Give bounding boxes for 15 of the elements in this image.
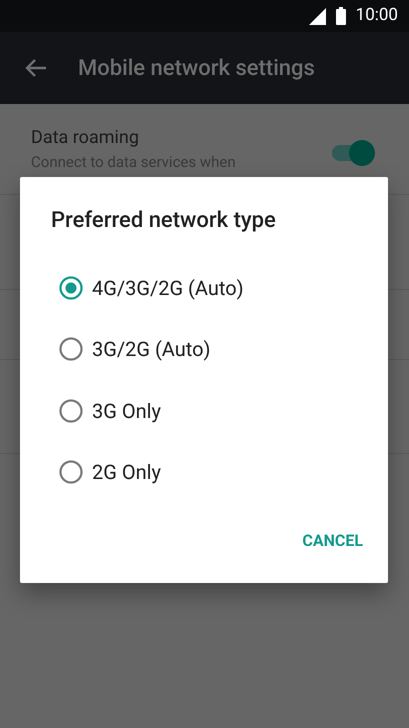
radio-option[interactable]: 3G/2G (Auto) <box>20 318 388 380</box>
dialog-title: Preferred network type <box>51 207 277 235</box>
radio-option[interactable]: 4G/3G/2G (Auto) <box>20 257 388 318</box>
radio-button[interactable] <box>59 276 83 300</box>
radio-button[interactable] <box>59 398 83 423</box>
radio-option[interactable]: 3G Only <box>20 380 388 442</box>
radio-option[interactable]: 2G Only <box>20 442 388 503</box>
radio-button[interactable] <box>59 337 83 362</box>
radio-button[interactable] <box>59 460 83 484</box>
battery-icon <box>336 7 346 25</box>
signal-icon <box>308 8 326 24</box>
clock: 10:00 <box>356 4 398 28</box>
back-arrow-icon[interactable] <box>25 58 47 78</box>
setting-title: Data roaming <box>31 126 140 150</box>
screen-title: Mobile network settings <box>78 54 315 82</box>
